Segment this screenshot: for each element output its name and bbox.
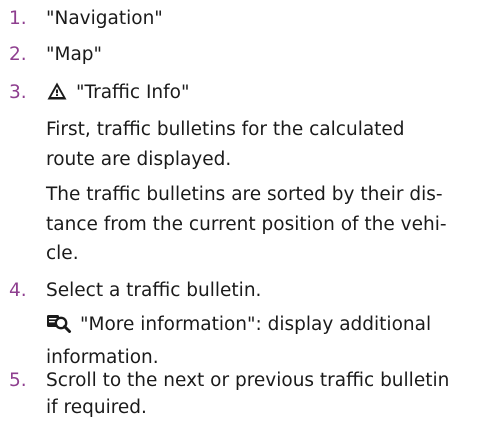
note-line: route are displayed.: [46, 148, 232, 170]
step-text-line: if required.: [46, 397, 147, 418]
step-text: "Navigation": [46, 8, 163, 29]
step-number: 4.: [9, 280, 27, 301]
step-heading: "Traffic Info": [46, 79, 447, 109]
note-line: First, traffic bulletins for the calcula…: [46, 119, 405, 140]
traffic-warning-icon: [46, 81, 68, 109]
step-text: "Traffic Info": [76, 82, 190, 103]
step-number: 5.: [9, 370, 27, 391]
step-text-line: Scroll to the next or previous traffic b…: [46, 370, 450, 391]
step-navigation: 1. "Navigation": [0, 5, 171, 32]
step-map: 2. "Map": [0, 41, 110, 68]
step-note: First, traffic bulletins for the calcula…: [46, 115, 447, 174]
step-number: 2.: [9, 44, 27, 65]
step-select-bulletin: 4. Select a traffic bulletin. "More info…: [0, 277, 439, 372]
note-line: The traffic bulletins are sorted by thei…: [46, 184, 443, 205]
note-line: tance from the current position of the v…: [46, 213, 447, 235]
step-number: 3.: [9, 82, 27, 103]
step-note: The traffic bulletins are sorted by thei…: [46, 180, 447, 269]
note-text: "More information": display additional: [80, 314, 432, 335]
step-text: Select a traffic bulletin.: [46, 280, 262, 301]
instruction-page: 1. "Navigation" 2. "Map" 3. "Traffic Inf…: [0, 0, 486, 437]
step-number: 1.: [9, 8, 27, 29]
step-traffic-info: 3. "Traffic Info" First, traffic bulleti…: [0, 79, 455, 269]
step-scroll-bulletin: 5. Scroll to the next or previous traffi…: [0, 367, 457, 421]
step-note: "More information": display additional i…: [46, 310, 431, 372]
magnifier-info-icon: [46, 313, 72, 343]
note-line: cle.: [46, 243, 79, 264]
step-text: "Map": [46, 44, 103, 65]
note-line: "More information": display additional: [46, 310, 431, 343]
